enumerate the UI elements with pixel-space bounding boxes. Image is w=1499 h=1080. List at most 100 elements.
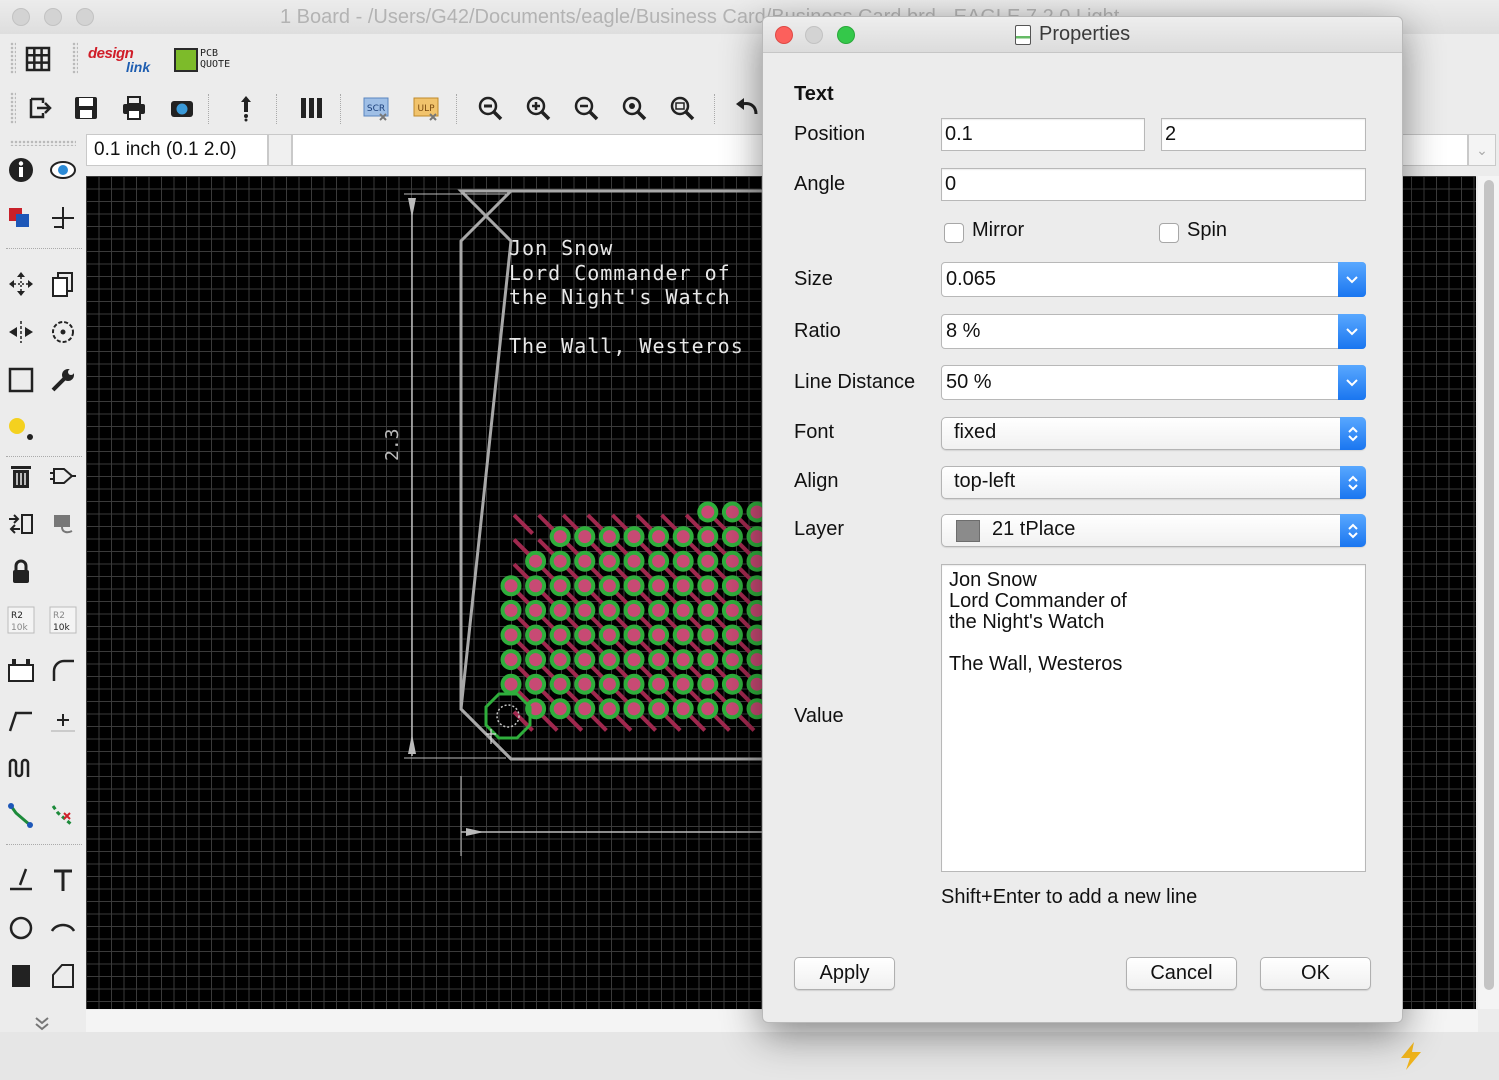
split-icon[interactable]	[3, 702, 39, 738]
ulp-upload-icon[interactable]	[230, 92, 262, 124]
save-icon[interactable]	[70, 92, 102, 124]
lock-icon[interactable]	[45, 506, 81, 542]
pad	[598, 673, 620, 695]
ratio-combobox[interactable]: 8 %	[941, 314, 1366, 349]
toolbar-grip[interactable]	[72, 42, 78, 74]
route-icon[interactable]	[3, 798, 39, 834]
undo-icon[interactable]	[730, 92, 762, 124]
add-part-icon[interactable]	[45, 458, 81, 494]
mirror-icon[interactable]	[3, 314, 39, 350]
layer-popup[interactable]: 21 tPlace	[941, 514, 1366, 547]
info-icon[interactable]	[3, 152, 39, 188]
move-icon[interactable]	[3, 266, 39, 302]
circle-icon[interactable]	[3, 910, 39, 946]
polygon-icon[interactable]	[45, 958, 81, 994]
angle-field[interactable]: 0	[941, 168, 1366, 201]
zoom-in-icon[interactable]	[522, 92, 554, 124]
vertical-scroll-thumb[interactable]	[1484, 180, 1494, 990]
window-zoom-button[interactable]	[76, 8, 94, 26]
zoom-fit-icon[interactable]	[474, 92, 506, 124]
pad	[525, 599, 547, 621]
layer-settings-icon[interactable]	[296, 92, 328, 124]
apply-button[interactable]: Apply	[794, 957, 895, 990]
pcb-quote-button[interactable]: PCB QUOTE	[172, 46, 236, 74]
board-text-block[interactable]: Jon Snow Lord Commander of the Night's Wat…	[509, 236, 744, 359]
optimize-icon[interactable]	[45, 702, 81, 738]
mirror-checkbox[interactable]	[944, 223, 964, 243]
change-wrench-icon[interactable]	[45, 362, 81, 398]
chevron-down-icon[interactable]	[1338, 365, 1366, 400]
pad	[697, 550, 719, 572]
zoom-redraw-icon[interactable]	[618, 92, 650, 124]
vertical-scrollbar[interactable]	[1478, 176, 1499, 1009]
wire-icon[interactable]	[3, 862, 39, 898]
chevron-down-icon[interactable]	[1338, 262, 1366, 297]
ripup-icon[interactable]	[45, 798, 81, 834]
name-icon[interactable]: R2 10k	[3, 602, 39, 638]
value-hint: Shift+Enter to add a new line	[941, 886, 1198, 908]
script-icon[interactable]: SCR	[360, 92, 392, 124]
command-history-button[interactable]	[268, 134, 292, 166]
value-textarea[interactable]: Jon Snow Lord Commander of the Night's W…	[941, 564, 1366, 872]
angle-label: Angle	[794, 173, 846, 195]
toolbar-grip[interactable]	[10, 92, 16, 124]
updown-arrows-icon[interactable]	[1340, 417, 1366, 450]
pad	[598, 526, 620, 548]
copy-icon[interactable]	[45, 266, 81, 302]
lock-part-icon[interactable]	[3, 554, 39, 590]
cancel-button[interactable]: Cancel	[1126, 957, 1237, 990]
mark-icon[interactable]	[45, 200, 81, 236]
ok-button[interactable]: OK	[1260, 957, 1371, 990]
size-combobox[interactable]: 0.065	[941, 262, 1366, 297]
pad	[721, 698, 743, 720]
design-link-logo[interactable]: design link	[86, 42, 160, 76]
dialog-close-button[interactable]	[775, 26, 793, 44]
position-y-field[interactable]: 2	[1161, 118, 1366, 151]
chevron-down-icon[interactable]	[1338, 314, 1366, 349]
line-distance-combobox[interactable]: 50 %	[941, 365, 1366, 400]
spin-label: Spin	[1187, 219, 1228, 241]
updown-arrows-icon[interactable]	[1340, 514, 1366, 547]
zoom-out-icon[interactable]	[570, 92, 602, 124]
delete-icon[interactable]	[3, 458, 39, 494]
value-icon[interactable]: R2 10k	[45, 602, 81, 638]
paste-icon[interactable]	[3, 410, 39, 446]
arc-icon[interactable]	[45, 910, 81, 946]
replace-icon[interactable]	[3, 506, 39, 542]
pad	[697, 649, 719, 671]
rotate-icon[interactable]	[45, 314, 81, 350]
window-close-button[interactable]	[12, 8, 30, 26]
ulp-icon[interactable]: ULP	[410, 92, 442, 124]
toolbar-grip[interactable]	[10, 140, 76, 146]
pad	[697, 673, 719, 695]
rectangle-icon[interactable]	[3, 958, 39, 994]
miter-icon[interactable]	[45, 652, 81, 688]
window-minimize-button[interactable]	[44, 8, 62, 26]
command-dropdown-button[interactable]: ⌄	[1468, 134, 1496, 166]
meander-icon[interactable]	[3, 750, 39, 786]
pad	[672, 649, 694, 671]
dialog-minimize-button[interactable]	[805, 26, 823, 44]
zoom-select-icon[interactable]	[666, 92, 698, 124]
board-text-line	[509, 310, 744, 335]
dialog-zoom-button[interactable]	[837, 26, 855, 44]
font-popup[interactable]: fixed	[941, 417, 1366, 450]
open-icon[interactable]	[24, 92, 56, 124]
print-icon[interactable]	[118, 92, 150, 124]
toolbar-grip[interactable]	[10, 42, 16, 74]
display-layers-icon[interactable]	[3, 200, 39, 236]
smash-icon[interactable]	[3, 652, 39, 688]
pad	[500, 673, 522, 695]
properties-titlebar[interactable]: Properties	[763, 17, 1402, 53]
show-eye-icon[interactable]	[45, 152, 81, 188]
align-popup[interactable]: top-left	[941, 466, 1366, 499]
text-icon[interactable]	[45, 862, 81, 898]
updown-arrows-icon[interactable]	[1340, 466, 1366, 499]
spin-checkbox[interactable]	[1159, 223, 1179, 243]
position-x-field[interactable]: 0.1	[941, 118, 1145, 151]
grid-icon[interactable]	[22, 43, 54, 75]
pad	[648, 649, 670, 671]
cam-icon[interactable]	[166, 92, 198, 124]
group-icon[interactable]	[3, 362, 39, 398]
lightning-icon[interactable]	[1396, 1040, 1426, 1072]
